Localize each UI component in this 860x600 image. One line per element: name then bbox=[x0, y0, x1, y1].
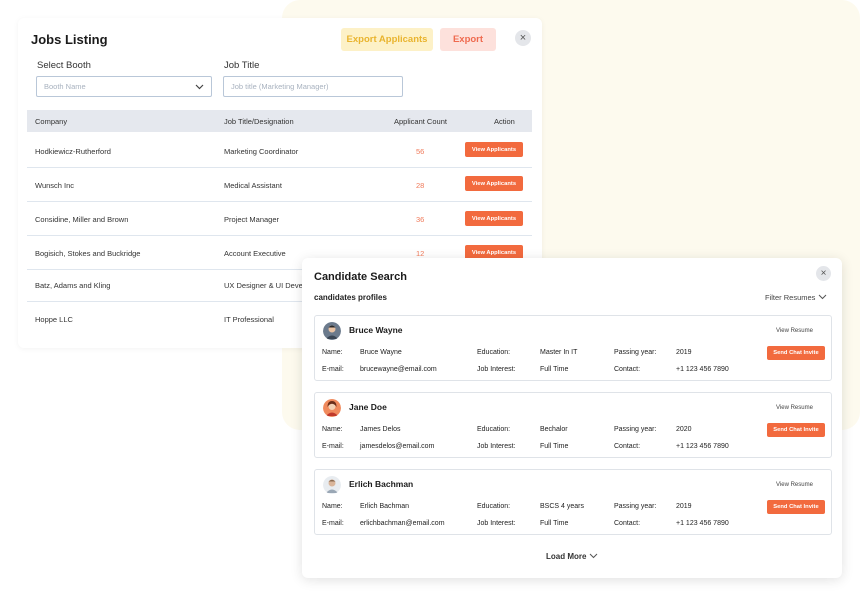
passing-year-label: Passing year: bbox=[614, 503, 657, 510]
filter-resumes-dropdown[interactable]: Filter Resumes bbox=[765, 293, 827, 302]
name-label: Name: bbox=[322, 426, 343, 433]
chevron-down-icon bbox=[589, 552, 598, 561]
view-resume-link[interactable]: View Resume bbox=[776, 482, 813, 488]
name-value: Erlich Bachman bbox=[360, 503, 410, 510]
contact-label: Contact: bbox=[614, 520, 641, 527]
table-row: Considine, Miller and Brown Project Mana… bbox=[27, 202, 532, 236]
row-company: Hodkiewicz-Rutherford bbox=[35, 147, 111, 156]
passing-year-label: Passing year: bbox=[614, 349, 657, 356]
row-applicant-count: 56 bbox=[416, 147, 425, 156]
candidate-card: Erlich Bachman View Resume Send Chat Inv… bbox=[314, 469, 832, 535]
job-interest-value: Full Time bbox=[540, 443, 569, 450]
passing-year-label: Passing year: bbox=[614, 426, 657, 433]
view-resume-link[interactable]: View Resume bbox=[776, 328, 813, 334]
avatar bbox=[323, 322, 341, 340]
education-label: Education: bbox=[477, 349, 511, 356]
candidates-profiles-subtitle: candidates profiles bbox=[314, 293, 387, 302]
chevron-down-icon bbox=[195, 83, 204, 92]
email-label: E-mail: bbox=[322, 443, 344, 450]
email-label: E-mail: bbox=[322, 520, 344, 527]
job-title-label: Job Title bbox=[224, 60, 260, 71]
contact-value: +1 123 456 7890 bbox=[676, 520, 729, 527]
name-value: James Delos bbox=[360, 426, 401, 433]
contact-value: +1 123 456 7890 bbox=[676, 443, 729, 450]
row-job-title: Marketing Coordinator bbox=[224, 147, 299, 156]
name-value: Bruce Wayne bbox=[360, 349, 402, 356]
view-resume-link[interactable]: View Resume bbox=[776, 405, 813, 411]
send-chat-invite-button[interactable]: Send Chat Invite bbox=[767, 423, 825, 437]
row-applicant-count: 12 bbox=[416, 249, 425, 258]
candidate-name: Jane Doe bbox=[349, 402, 387, 412]
column-action: Action bbox=[494, 117, 515, 126]
row-applicant-count: 28 bbox=[416, 181, 425, 190]
row-company: Wunsch Inc bbox=[35, 181, 75, 190]
avatar bbox=[323, 476, 341, 494]
select-booth-label: Select Booth bbox=[37, 60, 91, 71]
view-applicants-button[interactable]: View Applicants bbox=[465, 176, 523, 191]
table-row: Wunsch Inc Medical Assistant 28 View App… bbox=[27, 168, 532, 202]
row-company: Hoppe LLC bbox=[35, 315, 73, 324]
job-interest-label: Job Interest: bbox=[477, 520, 516, 527]
education-value: Master In IT bbox=[540, 349, 578, 356]
education-value: BSCS 4 years bbox=[540, 503, 584, 510]
row-job-title: UX Designer & UI Develo bbox=[224, 281, 309, 290]
booth-select[interactable]: Booth Name bbox=[36, 76, 212, 97]
candidate-search-panel: Candidate Search × candidates profiles F… bbox=[302, 258, 842, 578]
table-header: Company Job Title/Designation Applicant … bbox=[27, 110, 532, 132]
close-icon[interactable]: × bbox=[515, 30, 531, 46]
export-applicants-button[interactable]: Export Applicants bbox=[341, 28, 433, 51]
contact-label: Contact: bbox=[614, 366, 641, 373]
row-company: Bogisich, Stokes and Buckridge bbox=[35, 249, 141, 258]
name-label: Name: bbox=[322, 349, 343, 356]
row-job-title: IT Professional bbox=[224, 315, 274, 324]
view-applicants-button[interactable]: View Applicants bbox=[465, 211, 523, 226]
send-chat-invite-button[interactable]: Send Chat Invite bbox=[767, 500, 825, 514]
row-job-title: Project Manager bbox=[224, 215, 280, 224]
row-company: Considine, Miller and Brown bbox=[35, 215, 129, 224]
job-interest-value: Full Time bbox=[540, 520, 569, 527]
contact-value: +1 123 456 7890 bbox=[676, 366, 729, 373]
name-label: Name: bbox=[322, 503, 343, 510]
passing-year-value: 2019 bbox=[676, 503, 692, 510]
booth-select-placeholder: Booth Name bbox=[44, 82, 86, 91]
email-label: E-mail: bbox=[322, 366, 344, 373]
avatar bbox=[323, 399, 341, 417]
email-value: brucewayne@email.com bbox=[360, 366, 437, 373]
export-button[interactable]: Export bbox=[440, 28, 496, 51]
row-job-title: Medical Assistant bbox=[224, 181, 282, 190]
passing-year-value: 2019 bbox=[676, 349, 692, 356]
education-label: Education: bbox=[477, 426, 511, 433]
job-interest-value: Full Time bbox=[540, 366, 569, 373]
column-company: Company bbox=[35, 117, 68, 126]
candidate-card: Bruce Wayne View Resume Send Chat Invite… bbox=[314, 315, 832, 381]
education-value: Bechalor bbox=[540, 426, 568, 433]
candidate-name: Erlich Bachman bbox=[349, 479, 414, 489]
candidate-name: Bruce Wayne bbox=[349, 325, 403, 335]
filter-resumes-label: Filter Resumes bbox=[765, 293, 816, 302]
job-interest-label: Job Interest: bbox=[477, 366, 516, 373]
load-more-label: Load More bbox=[546, 552, 587, 561]
row-applicant-count: 36 bbox=[416, 215, 425, 224]
candidate-card: Jane Doe View Resume Send Chat Invite Na… bbox=[314, 392, 832, 458]
passing-year-value: 2020 bbox=[676, 426, 692, 433]
column-job-title: Job Title/Designation bbox=[224, 117, 294, 126]
education-label: Education: bbox=[477, 503, 511, 510]
job-interest-label: Job Interest: bbox=[477, 443, 516, 450]
load-more-button[interactable]: Load More bbox=[546, 552, 598, 561]
close-icon[interactable]: × bbox=[816, 266, 831, 281]
chevron-down-icon bbox=[818, 293, 827, 302]
contact-label: Contact: bbox=[614, 443, 641, 450]
jobs-listing-title: Jobs Listing bbox=[31, 32, 108, 47]
row-company: Batz, Adams and Kling bbox=[35, 281, 111, 290]
email-value: erlichbachman@email.com bbox=[360, 520, 445, 527]
view-applicants-button[interactable]: View Applicants bbox=[465, 142, 523, 157]
candidate-search-title: Candidate Search bbox=[314, 271, 407, 283]
send-chat-invite-button[interactable]: Send Chat Invite bbox=[767, 346, 825, 360]
table-row: Hodkiewicz-Rutherford Marketing Coordina… bbox=[27, 134, 532, 168]
email-value: jamesdelos@email.com bbox=[360, 443, 435, 450]
row-job-title: Account Executive bbox=[224, 249, 286, 258]
column-applicant-count: Applicant Count bbox=[394, 117, 447, 126]
job-title-input[interactable]: Job title (Marketing Manager) bbox=[223, 76, 403, 97]
